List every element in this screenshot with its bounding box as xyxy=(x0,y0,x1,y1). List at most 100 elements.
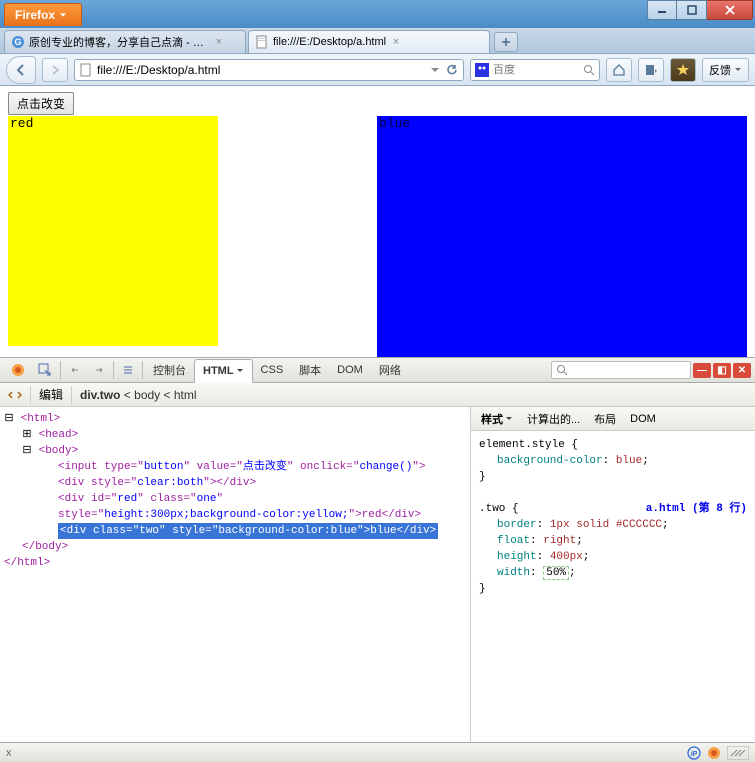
css-property[interactable]: width: 50%; xyxy=(479,565,747,581)
twisty-icon[interactable]: ⊞ xyxy=(22,427,32,443)
css-property[interactable]: border: 1px solid #CCCCCC; xyxy=(479,517,747,533)
side-panel-tabs: 样式 计算出的... 布局 DOM xyxy=(471,407,755,431)
firebug-minimize-button[interactable]: — xyxy=(693,363,711,378)
css-property[interactable]: background-color: blue; xyxy=(479,453,747,469)
star-icon xyxy=(676,63,690,77)
ip-icon[interactable]: iP xyxy=(687,746,701,760)
side-tab-layout[interactable]: 布局 xyxy=(588,408,622,430)
firebug-status-icon[interactable] xyxy=(707,746,721,760)
search-bar[interactable] xyxy=(470,59,600,81)
search-input[interactable] xyxy=(493,64,579,76)
twisty-icon[interactable]: ⊟ xyxy=(22,443,32,459)
search-icon[interactable] xyxy=(583,64,595,76)
firebug-tab-net[interactable]: 网络 xyxy=(371,358,409,382)
chevron-down-icon xyxy=(734,66,742,74)
firebug-search[interactable] xyxy=(551,361,691,379)
page-change-button[interactable]: 点击改变 xyxy=(8,92,74,115)
home-button[interactable] xyxy=(606,58,632,82)
red-box[interactable]: red xyxy=(8,116,218,346)
arrow-left-icon xyxy=(14,63,28,77)
firebug-tab-script[interactable]: 脚本 xyxy=(291,358,329,382)
html-node-selected[interactable]: <div class="two" style="background-color… xyxy=(4,523,466,539)
edit-button[interactable]: 编辑 xyxy=(39,386,63,403)
status-x: x xyxy=(6,747,12,759)
chevron-down-icon xyxy=(505,415,513,423)
maximize-icon xyxy=(687,5,697,15)
file-icon xyxy=(79,63,93,77)
tab-close-button[interactable]: × xyxy=(390,36,402,48)
firebug-icon-button[interactable] xyxy=(4,359,32,381)
firebug-close-button[interactable]: ✕ xyxy=(733,363,751,378)
close-icon xyxy=(725,5,735,15)
bookmarks-button[interactable] xyxy=(638,58,664,82)
plus-icon xyxy=(501,37,511,47)
panel-right-button[interactable] xyxy=(87,359,111,381)
twisty-icon[interactable]: ⊟ xyxy=(4,411,14,427)
firebug-detach-button[interactable]: ◧ xyxy=(713,363,731,378)
dropdown-icon[interactable] xyxy=(429,64,441,76)
window-close-button[interactable] xyxy=(707,0,753,20)
bookmark-dropdown-icon xyxy=(644,63,658,77)
firebug-icon xyxy=(10,362,26,378)
inspect-icon xyxy=(38,363,52,377)
firebug-panels: ⊟ <html> ⊞ <head> ⊟ <body> <input type="… xyxy=(0,407,755,742)
minimize-icon xyxy=(657,5,667,15)
url-bar[interactable] xyxy=(74,59,464,81)
chevron-down-icon xyxy=(236,367,244,375)
html-node[interactable]: <input type="button" value="点击改变" onclic… xyxy=(4,459,466,475)
browser-tab-1[interactable]: G 原创专业的博客，分享自己点滴 - 博... × xyxy=(4,30,246,53)
firebug-tab-dom[interactable]: DOM xyxy=(329,358,371,382)
svg-text:iP: iP xyxy=(691,751,698,758)
breadcrumb-path[interactable]: div.two < body < html xyxy=(80,388,197,402)
blue-box[interactable]: blue xyxy=(377,116,747,357)
feedback-label: 反馈 xyxy=(709,62,731,78)
inspect-button[interactable] xyxy=(32,359,58,381)
css-selector: element.style { xyxy=(479,437,747,453)
firebug-tab-html[interactable]: HTML xyxy=(194,359,253,383)
side-panel: 样式 计算出的... 布局 DOM element.style { backgr… xyxy=(471,407,755,742)
firebug-toolbar: 控制台 HTML CSS 脚本 DOM 网络 — ◧ ✕ xyxy=(0,357,755,383)
side-tab-style[interactable]: 样式 xyxy=(475,408,519,430)
window-controls xyxy=(647,0,753,20)
html-node[interactable]: <div style="clear:both"></div> xyxy=(4,475,466,491)
url-input[interactable] xyxy=(97,63,425,77)
firebug-breadcrumb: 编辑 div.two < body < html xyxy=(0,383,755,407)
lines-button[interactable] xyxy=(116,359,140,381)
side-tab-computed[interactable]: 计算出的... xyxy=(521,408,586,430)
firefox-menu-button[interactable]: Firefox xyxy=(4,3,82,26)
firebug-tab-css[interactable]: CSS xyxy=(253,358,292,382)
html-node[interactable]: </html> xyxy=(4,557,50,569)
arrow-icon xyxy=(69,364,81,376)
chevron-down-icon xyxy=(59,11,67,19)
tab-strip: G 原创专业的博客，分享自己点滴 - 博... × file:///E:/Des… xyxy=(0,28,755,54)
html-panel[interactable]: ⊟ <html> ⊞ <head> ⊟ <body> <input type="… xyxy=(0,407,471,742)
window-minimize-button[interactable] xyxy=(647,0,677,20)
firebug-tab-console[interactable]: 控制台 xyxy=(145,358,194,382)
tab-close-button[interactable]: × xyxy=(213,36,225,48)
side-tab-dom[interactable]: DOM xyxy=(624,408,662,430)
reload-icon[interactable] xyxy=(445,63,459,77)
file-icon xyxy=(255,35,269,49)
back-button[interactable] xyxy=(6,56,36,84)
feedback-button[interactable]: 反馈 xyxy=(702,58,749,82)
panel-left-button[interactable] xyxy=(63,359,87,381)
new-tab-button[interactable] xyxy=(494,32,518,52)
forward-button[interactable] xyxy=(42,58,68,82)
resize-grip-icon[interactable] xyxy=(727,746,749,760)
css-property[interactable]: height: 400px; xyxy=(479,549,747,565)
css-property[interactable]: float: right; xyxy=(479,533,747,549)
arrows-icon[interactable] xyxy=(8,388,22,402)
svg-text:G: G xyxy=(14,37,21,47)
browser-tab-2[interactable]: file:///E:/Desktop/a.html × xyxy=(248,30,490,53)
html-node[interactable]: <div id="red" class="one" style="height:… xyxy=(4,491,466,523)
star-button[interactable] xyxy=(670,58,696,82)
window-maximize-button[interactable] xyxy=(677,0,707,20)
style-panel-body[interactable]: element.style { background-color: blue; … xyxy=(471,431,755,603)
html-node[interactable]: </body> xyxy=(22,541,68,553)
lines-icon xyxy=(122,364,134,376)
page-content: 点击改变 red blue xyxy=(0,86,755,357)
css-source-link[interactable]: a.html (第 8 行) xyxy=(646,501,747,517)
favicon-icon: G xyxy=(11,35,25,49)
css-value-editing[interactable]: 50% xyxy=(543,566,569,580)
baidu-icon xyxy=(475,63,489,77)
